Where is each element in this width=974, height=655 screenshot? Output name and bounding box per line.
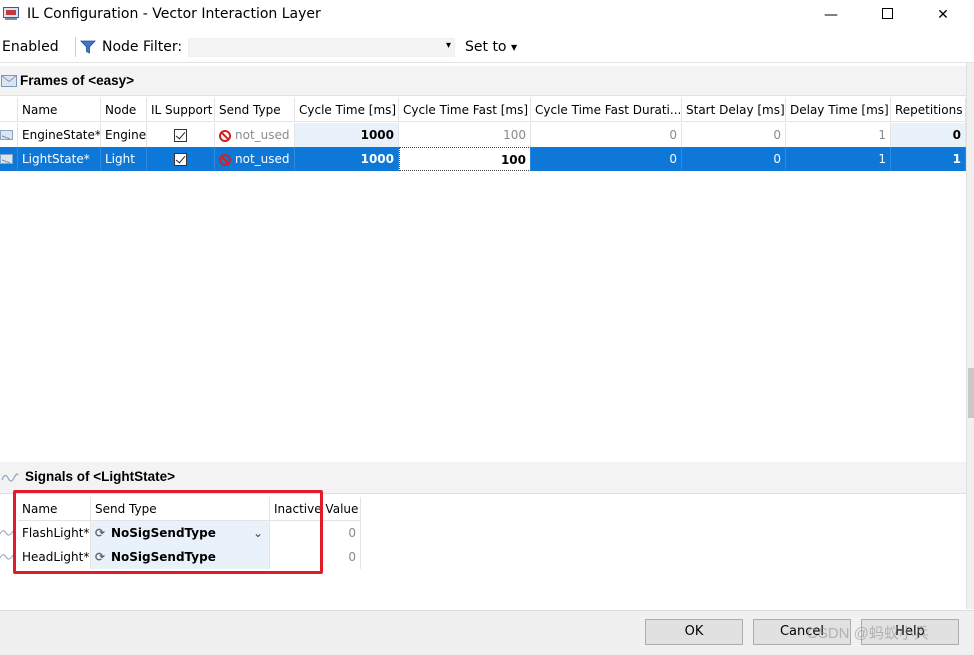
enabled-toggle[interactable]: Enabled — [2, 39, 59, 55]
watermark: CSDN @蚂蚁小兵 — [807, 625, 929, 642]
column-header[interactable]: Send Type — [215, 98, 295, 122]
toolbar: Enabled Node Filter: ▾ Set to ▼ — [0, 31, 974, 63]
signal-wave-icon — [0, 530, 14, 536]
table-row[interactable]: EngineState* Engine not_used 1000 100 0 … — [0, 123, 966, 147]
repetitions[interactable]: 0 — [891, 123, 966, 147]
send-type-cell[interactable]: not_used — [215, 147, 295, 171]
table-row-selected[interactable]: LightState* Light not_used 1000 100 0 0 … — [0, 147, 966, 171]
frames-section-header: Frames of <easy> — [0, 66, 966, 96]
maximize-icon — [881, 8, 893, 19]
set-to-button[interactable]: Set to — [465, 39, 507, 55]
ok-button[interactable]: OK — [645, 619, 743, 645]
close-icon: ✕ — [937, 7, 949, 23]
window-title: IL Configuration - Vector Interaction La… — [27, 6, 321, 22]
column-header[interactable]: Cycle Time Fast [ms] — [399, 98, 531, 122]
no-entry-icon — [219, 129, 231, 142]
highlight-box — [13, 490, 323, 574]
vertical-scrollbar[interactable] — [966, 63, 974, 609]
close-button[interactable]: ✕ — [920, 0, 966, 30]
column-header[interactable]: Cycle Time Fast Durati... — [531, 98, 682, 122]
column-header[interactable]: Name — [18, 98, 101, 122]
signals-title: Signals of <LightState> — [25, 469, 176, 484]
message-icon — [0, 123, 18, 147]
cycle-time-fast[interactable]: 100 — [399, 123, 531, 147]
scrollbar-thumb[interactable] — [968, 368, 974, 418]
delay-time[interactable]: 1 — [786, 123, 891, 147]
column-header[interactable]: Node — [101, 98, 147, 122]
repetitions[interactable]: 1 — [891, 147, 966, 171]
title-bar: IL Configuration - Vector Interaction La… — [0, 0, 974, 31]
start-delay[interactable]: 0 — [682, 123, 786, 147]
no-entry-icon — [219, 153, 231, 166]
cycle-time[interactable]: 1000 — [295, 147, 399, 171]
frames-title: Frames of <easy> — [20, 73, 135, 88]
frame-name[interactable]: EngineState* — [18, 123, 101, 147]
dropdown-arrow-icon: ▾ — [445, 40, 451, 51]
send-type-value: not_used — [235, 152, 290, 166]
node-filter-label: Node Filter: — [102, 39, 183, 55]
il-support-checkbox[interactable] — [147, 123, 215, 147]
frame-icon — [1, 75, 17, 87]
toolbar-separator — [75, 37, 76, 57]
frames-header-row: Name Node IL Support Send Type Cycle Tim… — [0, 98, 966, 122]
app-icon — [3, 7, 19, 20]
filter-icon — [80, 40, 96, 54]
column-header[interactable]: IL Support — [147, 98, 215, 122]
send-type-value: not_used — [235, 128, 290, 142]
signal-wave-icon — [0, 554, 14, 560]
column-header[interactable]: Start Delay [ms] — [682, 98, 786, 122]
column-header[interactable]: Repetitions — [891, 98, 966, 122]
row-icon-header — [0, 98, 18, 122]
column-header[interactable]: Delay Time [ms] — [786, 98, 891, 122]
cycle-time-fast-duration[interactable]: 0 — [531, 147, 682, 171]
minimize-icon: — — [824, 7, 838, 23]
frame-node[interactable]: Light — [101, 147, 147, 171]
cycle-time-fast-duration[interactable]: 0 — [531, 123, 682, 147]
checkbox-checked-icon — [174, 129, 187, 142]
cycle-time-fast-input[interactable]: 100 — [399, 147, 531, 171]
signal-wave-icon — [1, 473, 19, 482]
delay-time[interactable]: 1 — [786, 147, 891, 171]
cycle-time[interactable]: 1000 — [295, 123, 399, 147]
set-to-arrow-icon[interactable]: ▼ — [511, 43, 517, 52]
start-delay[interactable]: 0 — [682, 147, 786, 171]
send-type-cell[interactable]: not_used — [215, 123, 295, 147]
minimize-button[interactable]: — — [808, 0, 854, 30]
il-support-checkbox[interactable] — [147, 147, 215, 171]
node-filter-dropdown[interactable]: ▾ — [188, 38, 455, 57]
column-header[interactable]: Cycle Time [ms] — [295, 98, 399, 122]
maximize-button[interactable] — [864, 0, 910, 30]
checkbox-checked-icon — [174, 153, 187, 166]
message-icon — [0, 147, 18, 171]
frame-name[interactable]: LightState* — [18, 147, 101, 171]
frame-node[interactable]: Engine — [101, 123, 147, 147]
